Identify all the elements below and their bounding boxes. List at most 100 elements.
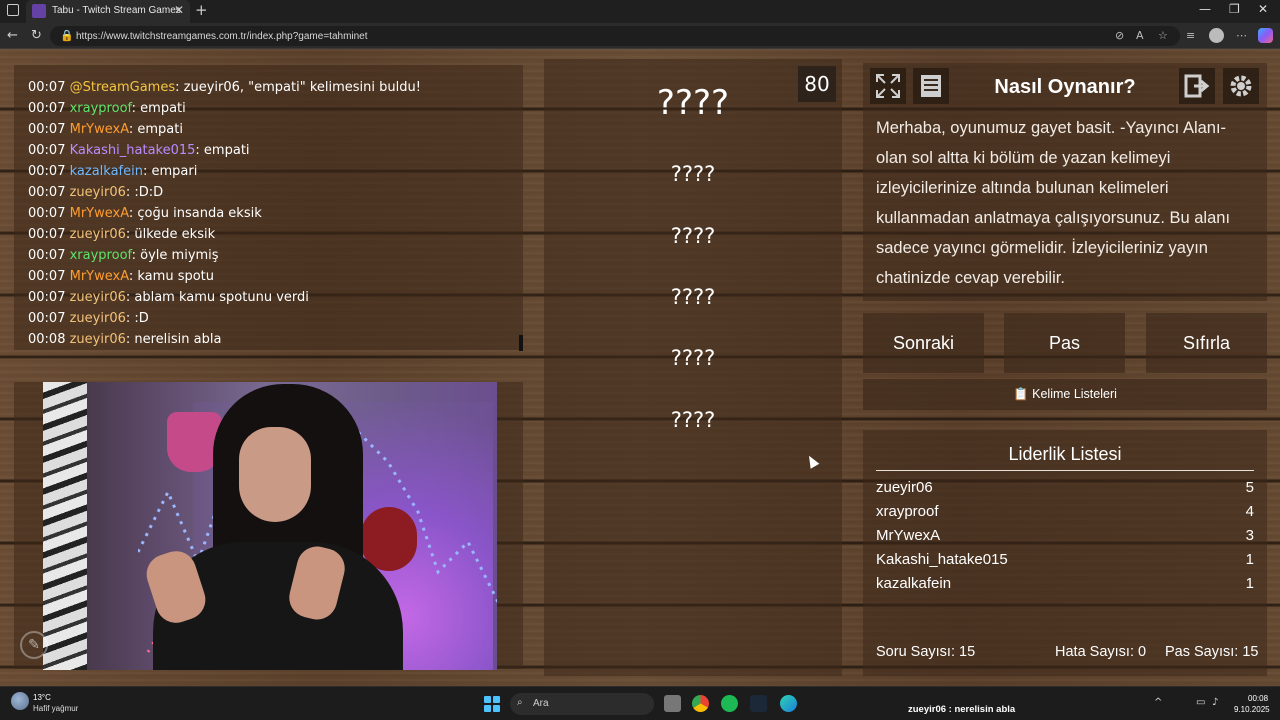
address-bar: ← ↻ 🔒 https://www.twitchstreamgames.com.… [0,23,1280,49]
player-score: 4 [1245,503,1254,520]
more-menu-icon[interactable]: ⋯ [1236,30,1247,41]
game-page: 00:07 @StreamGames: zueyir06, "empati" k… [0,49,1280,686]
exit-icon[interactable] [1179,68,1215,104]
taskbar-search-label: Ara [533,698,549,709]
player-score: 1 [1245,551,1254,568]
weather-temperature[interactable]: 13°C [33,693,51,702]
webcam-person-face [239,427,311,522]
chat-username[interactable]: Kakashi_hatake015 [70,143,196,158]
site-info-icon[interactable]: 🔒 [60,30,74,41]
player-score: 5 [1245,479,1254,496]
taboo-word: ???? [670,224,716,248]
chat-time: 00:08 [28,332,66,347]
question-count: Soru Sayısı: 15 [876,644,976,660]
clock-date[interactable]: 9.10.2025 [1234,705,1270,714]
weather-rain-icon[interactable] [11,692,29,710]
minimize-icon[interactable]: — [1199,2,1211,16]
chat-text: : nerelisin abla [125,332,222,347]
next-button[interactable]: Sonraki [863,313,984,373]
chat-username[interactable]: zueyir06 [70,311,126,326]
weather-description[interactable]: Hafif yağmur [33,704,78,713]
player-name: zueyir06 [876,479,933,496]
profile-avatar[interactable] [1209,28,1224,43]
restore-icon[interactable]: ❐ [1229,2,1240,16]
how-to-play-title: Nasıl Oynanır? [994,76,1136,98]
chat-text: : :D:D [125,185,164,200]
spotify-icon[interactable] [721,695,738,712]
chat-text: : öyle miymiş [131,248,219,263]
copilot-icon[interactable] [1258,28,1273,43]
chat-time: 00:07 [28,248,66,263]
chat-message: 00:07 zueyir06: :D:D [28,185,163,200]
reset-button[interactable]: Sıfırla [1146,313,1267,373]
word-lists-button[interactable]: 📋 Kelime Listeleri [863,379,1267,410]
chat-scrollbar[interactable] [519,335,523,351]
back-icon[interactable]: ← [7,29,18,42]
read-aloud-icon[interactable]: A [1136,30,1144,41]
chat-username[interactable]: zueyir06 [70,185,126,200]
taboo-word: ???? [670,285,716,309]
chat-time: 00:07 [28,206,66,221]
notes-icon[interactable] [913,68,949,104]
chat-message: 00:08 zueyir06: nerelisin abla [28,332,221,347]
taskbar-search[interactable] [510,693,654,715]
tab-actions-icon[interactable] [7,4,19,16]
url-text[interactable]: https://www.twitchstreamgames.com.tr/ind… [76,31,368,42]
chat-username[interactable]: xrayproof [70,248,132,263]
leaderboard-row: kazalkafein 1 [876,575,1254,592]
refresh-icon[interactable]: ↻ [31,29,42,42]
tracking-icon[interactable]: ⊘ [1115,30,1124,41]
favorite-star-icon[interactable]: ☆ [1158,30,1168,41]
chat-text: : ablam kamu spotunu verdi [125,290,309,305]
chat-time: 00:07 [28,185,66,200]
chat-time: 00:07 [28,290,66,305]
player-name: xrayproof [876,503,939,520]
chat-text: : zueyir06, "empati" kelimesini buldu! [175,80,421,95]
webcam-feed [43,382,497,670]
tray-chevron-icon[interactable]: ^ [1154,698,1162,708]
chat-username[interactable]: MrYwexA [70,122,129,137]
clock-time[interactable]: 00:08 [1248,694,1268,703]
chat-time: 00:07 [28,269,66,284]
search-icon: ⌕ [517,697,523,708]
chat-username[interactable]: zueyir06 [70,290,126,305]
chat-username[interactable]: @StreamGames [70,80,176,95]
pass-count: Pas Sayısı: 15 [1165,644,1259,660]
chrome-icon[interactable] [692,695,709,712]
chat-message: 00:07 MrYwexA: empati [28,122,183,137]
task-view-icon[interactable] [664,695,681,712]
leaderboard-row: xrayproof 4 [876,503,1254,520]
chat-message: 00:07 Kakashi_hatake015: empati [28,143,250,158]
windows-start-icon[interactable] [484,696,500,712]
close-window-icon[interactable]: ✕ [1258,2,1268,16]
chat-username[interactable]: MrYwexA [70,206,129,221]
chat-username[interactable]: zueyir06 [70,332,126,347]
chat-notification: zueyir06 : nerelisin abla [908,704,1016,715]
steam-icon[interactable] [750,695,767,712]
gear-icon[interactable] [1223,68,1259,104]
pass-button[interactable]: Pas [1004,313,1125,373]
chat-username[interactable]: kazalkafein [70,164,143,179]
player-name: MrYwexA [876,527,941,544]
edge-icon[interactable] [780,695,797,712]
chat-text: : :D [125,311,149,326]
tab-close-icon[interactable]: ✕ [174,3,184,17]
chat-message: 00:07 kazalkafein: empari [28,164,197,179]
network-icon[interactable]: ▭ [1196,698,1205,708]
chat-username[interactable]: zueyir06 [70,227,126,242]
chat-time: 00:07 [28,227,66,242]
pencil-icon[interactable]: ✎ [20,631,48,659]
fullscreen-icon[interactable] [870,68,906,104]
chat-username[interactable]: MrYwexA [70,269,129,284]
leaderboard-title: Liderlik Listesi [876,444,1254,471]
leaderboard-row: zueyir06 5 [876,479,1254,496]
chat-text: : kamu spotu [128,269,215,284]
chat-time: 00:07 [28,164,66,179]
chat-username[interactable]: xrayproof [70,101,132,116]
volume-icon[interactable]: ♪ [1212,698,1218,708]
new-tab-icon[interactable]: + [195,1,208,19]
chat-message: 00:07 zueyir06: ülkede eksik [28,227,215,242]
word-lists-label: Kelime Listeleri [1032,387,1117,401]
chat-message: 00:07 xrayproof: empati [28,101,186,116]
favorites-icon[interactable]: ≡ [1186,30,1195,41]
